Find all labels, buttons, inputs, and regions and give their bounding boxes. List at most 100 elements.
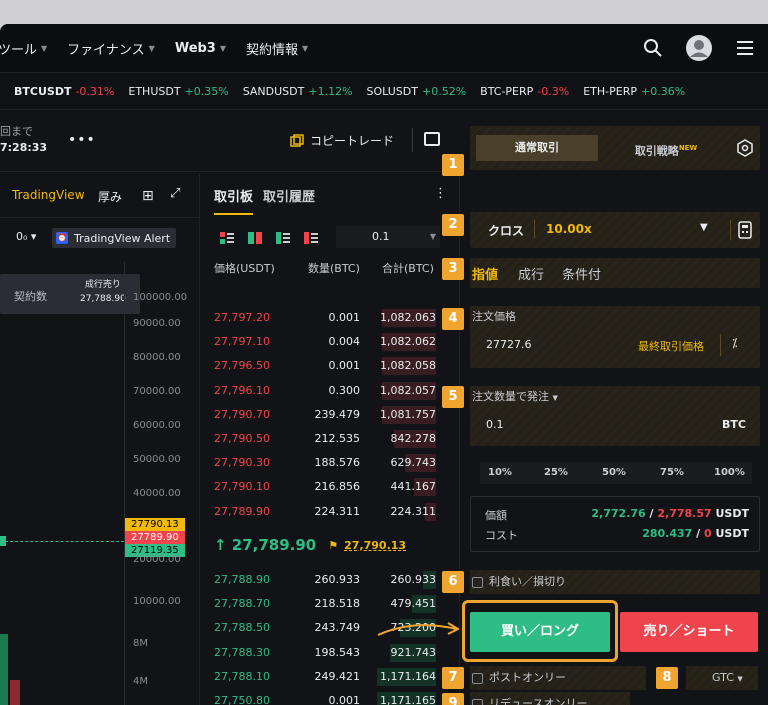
tab-trade-history[interactable]: 取引履歴: [263, 186, 315, 215]
checkbox[interactable]: [472, 576, 483, 588]
row-price: 27,788.30: [214, 645, 270, 659]
percent-100[interactable]: 100%: [714, 467, 745, 478]
expand-icon[interactable]: ⤢: [170, 186, 180, 201]
orderbook-row[interactable]: 27,790.50 212.535 842.278: [200, 429, 459, 449]
orderbook-row[interactable]: 27,796.50 0.001 1,082.058: [200, 356, 459, 376]
row-qty: 0.001: [328, 311, 361, 324]
tab-tradingview[interactable]: TradingView: [12, 188, 85, 202]
tpsl-checkbox[interactable]: 利食い／損切り: [470, 570, 760, 594]
row-total: 1,082.063: [380, 311, 436, 324]
ticker-item[interactable]: ETHUSDT +0.35%: [128, 85, 228, 98]
orderbook-row[interactable]: 27,788.10 249.421 1,171.164: [200, 667, 459, 687]
post-only-checkbox[interactable]: ポストオンリー: [470, 666, 646, 690]
row-price: 27,796.10: [214, 383, 270, 397]
row-total: 441.167: [390, 480, 437, 494]
nav-item-contract-info[interactable]: 契約情報 ▼: [246, 39, 308, 58]
copy-trade-button[interactable]: コピートレード: [290, 132, 394, 149]
row-price: 27,796.50: [214, 359, 270, 373]
tab-market[interactable]: 成行: [518, 264, 544, 283]
tif-select[interactable]: GTC ▼: [686, 666, 758, 690]
row-total: 1,171.165: [380, 694, 436, 705]
row-price: 27,788.70: [214, 597, 270, 611]
orderbook-row[interactable]: 27,790.70 239.479 1,081.757: [200, 405, 459, 425]
step-marker: 4: [442, 308, 464, 330]
amount-row: 価額 2,772.76 / 2,778.57 USDT: [485, 507, 749, 523]
orderbook-row[interactable]: 27,790.10 216.856 441.167: [200, 477, 459, 497]
grid-icon[interactable]: ⊞: [142, 188, 154, 204]
ticker-item[interactable]: SOLUSDT +0.52%: [367, 85, 467, 98]
chevron-down-icon: ▼: [148, 43, 155, 53]
qty-input[interactable]: 0.1 BTC: [470, 406, 760, 446]
tab-normal-trade[interactable]: 通常取引: [476, 135, 598, 161]
buy-long-button[interactable]: 買い／ロング: [470, 612, 610, 652]
ticker-item[interactable]: SANDUSDT +1.12%: [243, 85, 353, 98]
layout-asks-icon[interactable]: [304, 232, 318, 244]
tab-conditional[interactable]: 条件付: [562, 264, 601, 283]
orderbook-row[interactable]: 27,788.70 218.518 479.451: [200, 594, 459, 614]
alert-icon: ⏰: [56, 232, 68, 244]
percent-slider[interactable]: 10% 25% 50% 75% 100%: [480, 462, 752, 484]
calculator-icon[interactable]: [738, 221, 752, 239]
layout-split-icon[interactable]: [248, 232, 262, 244]
nav-item-tools[interactable]: ツール ▼: [0, 39, 47, 58]
tab-strategy[interactable]: 取引戦略NEW: [610, 135, 722, 161]
nav-label: Web3: [174, 40, 216, 56]
percent-10[interactable]: 10%: [488, 467, 512, 478]
percent-25[interactable]: 25%: [544, 467, 568, 478]
orderbook-row[interactable]: 27,788.30 198.543 921.743: [200, 643, 459, 663]
countdown-time: 7:28:33: [0, 141, 48, 154]
orderbook-row[interactable]: 27,796.10 0.300 1,082.057: [200, 381, 459, 401]
row-qty: 260.933: [314, 573, 361, 586]
tradingview-alert-button[interactable]: ⏰ TradingView Alert: [52, 228, 176, 248]
mark-price[interactable]: 27,790.13: [344, 539, 406, 552]
percent-icon[interactable]: ⁒: [732, 336, 737, 350]
row-total: 842.278: [390, 432, 437, 445]
layout-both-icon[interactable]: [220, 232, 234, 244]
more-vertical-icon[interactable]: ⋮: [434, 186, 447, 201]
search-icon[interactable]: [636, 31, 670, 65]
ticker-symbol: ETHUSDT: [128, 84, 181, 98]
qty-value: 0.1: [486, 418, 504, 431]
nav-item-web3[interactable]: Web3 ▼: [175, 41, 226, 56]
last-price-button[interactable]: 最終取引価格: [638, 338, 704, 354]
funding-countdown: 回まで 7:28:33: [0, 124, 47, 156]
percent-50[interactable]: 50%: [602, 467, 626, 478]
price-input[interactable]: 27727.6 最終取引価格 ⁒: [470, 326, 760, 366]
price-axis: 100000.00 90000.00 80000.00 70000.00 600…: [124, 262, 199, 705]
ticker-item[interactable]: BTC-PERP -0.3%: [480, 85, 569, 98]
amount-value: 2,772.76 / 2,778.57 USDT: [591, 507, 749, 520]
qty-mode-select[interactable]: 注文数量で発注 ▼: [472, 388, 558, 404]
orderbook-row[interactable]: 27,750.80 0.001 1,171.165: [200, 691, 459, 705]
step-marker: 5: [442, 386, 464, 408]
app-window: ツール ▼ ファイナンス ▼ Web3 ▼ 契約情報 ▼ BTCUSDT -0.31% E…: [0, 24, 768, 705]
tv-alert-label: TradingView Alert: [74, 231, 171, 245]
settings-icon[interactable]: [736, 139, 754, 157]
orderbook-row[interactable]: 27,797.20 0.001 1,082.063: [200, 308, 459, 328]
indicator-toggle[interactable]: 0₀ ▾: [16, 230, 36, 243]
margin-selector[interactable]: クロス 10.00x ▼: [470, 212, 760, 248]
avatar[interactable]: [682, 31, 716, 65]
orderbook-row[interactable]: 27,789.90 224.311 224.311: [200, 502, 459, 522]
chevron-down-icon: ▼: [219, 43, 227, 53]
precision-select[interactable]: 0.1 ▼: [336, 226, 440, 248]
checkbox[interactable]: [472, 698, 483, 705]
layout-bids-icon[interactable]: [276, 232, 290, 244]
nav-item-finance[interactable]: ファイナンス ▼: [67, 39, 155, 58]
checkbox[interactable]: [472, 672, 483, 684]
book-icon[interactable]: [424, 132, 440, 146]
tab-depth[interactable]: 厚み: [98, 188, 122, 205]
ticker-item[interactable]: BTCUSDT -0.31%: [14, 85, 114, 98]
orderbook-row[interactable]: 27,790.30 188.576 629.743: [200, 453, 459, 473]
ticker-item[interactable]: ETH-PERP +0.36%: [583, 85, 685, 98]
row-qty: 216.856: [314, 480, 361, 494]
tab-orderbook[interactable]: 取引板: [214, 186, 254, 215]
percent-75[interactable]: 75%: [660, 467, 684, 478]
orderbook-row[interactable]: 27,797.10 0.004 1,082.062: [200, 332, 459, 352]
orderbook-row[interactable]: 27,788.90 260.933 260.933: [200, 570, 459, 590]
more-icon[interactable]: •••: [68, 132, 96, 148]
sell-short-button[interactable]: 売り／ショート: [620, 612, 758, 652]
reduce-only-checkbox[interactable]: リデュースオンリー: [470, 692, 630, 705]
chart-panel: TradingView 厚み ⊞ ⤢ 0₀ ▾ ⏰ TradingView Ale…: [0, 174, 200, 705]
menu-icon[interactable]: [728, 31, 762, 65]
tab-limit[interactable]: 指値: [472, 264, 498, 283]
